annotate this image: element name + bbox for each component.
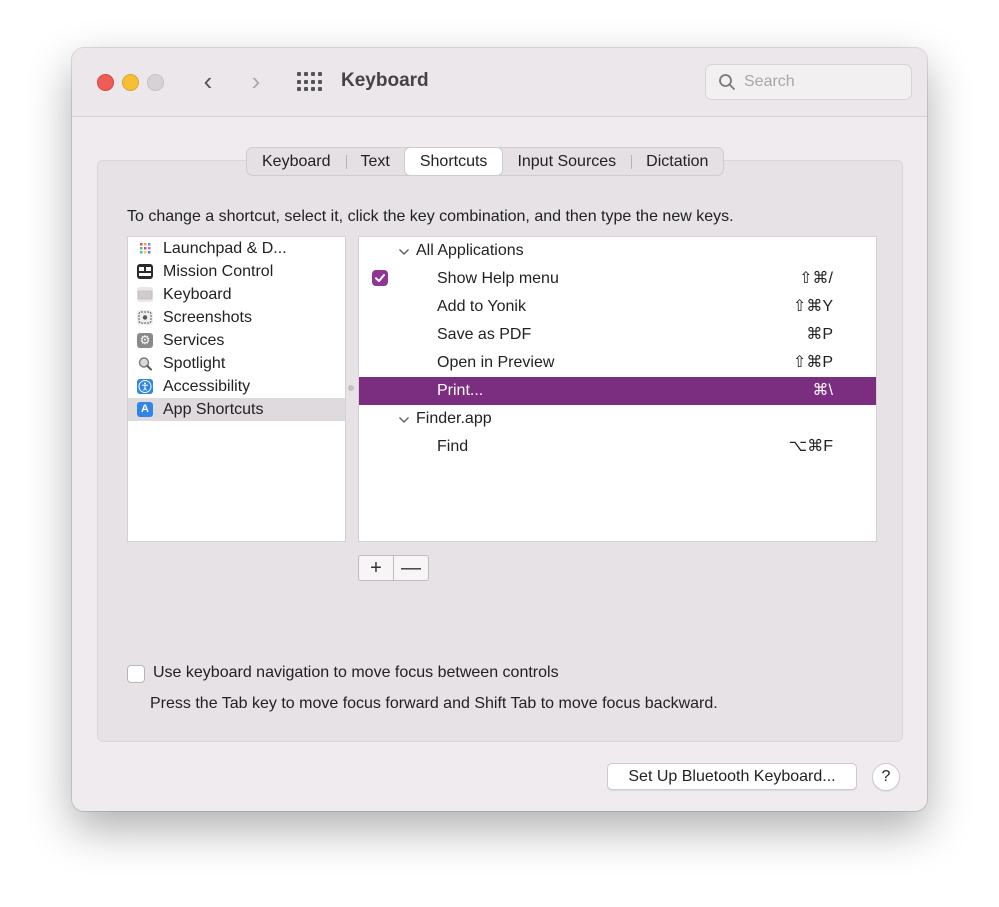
shortcut-row[interactable]: Find ⌥⌘F (359, 433, 876, 461)
shortcut-row[interactable]: Print... ⌘\ (359, 377, 876, 405)
keyboard-navigation-checkbox[interactable] (127, 665, 145, 683)
remove-shortcut-button[interactable]: — (393, 556, 428, 580)
tab-text[interactable]: Text (345, 148, 405, 175)
app-store-icon: A (137, 402, 153, 417)
shortcut-keys[interactable]: ⇧⌘P (793, 349, 833, 377)
shortcut-group-row[interactable]: All Applications (359, 237, 876, 265)
show-all-grid-icon[interactable] (297, 72, 322, 92)
shortcut-group-label: All Applications (416, 242, 524, 259)
shortcut-label: Open in Preview (437, 354, 555, 371)
shortcut-row[interactable]: Open in Preview ⇧⌘P (359, 349, 876, 377)
sidebar-item-mission-control[interactable]: Mission Control (128, 260, 345, 283)
shortcut-keys[interactable]: ⌘\ (813, 377, 833, 405)
forward-chevron-icon[interactable]: › (244, 66, 268, 96)
screenshots-icon (137, 310, 153, 325)
shortcut-row[interactable]: Save as PDF ⌘P (359, 321, 876, 349)
sidebar-item-label: Spotlight (163, 355, 226, 372)
shortcut-category-list[interactable]: Launchpad & D... Mission Control Keyboard S… (127, 236, 346, 542)
window-title: Keyboard (341, 70, 429, 91)
instructions-text: To change a shortcut, select it, click t… (127, 208, 734, 225)
sidebar-item-label: Screenshots (163, 309, 252, 326)
shortcut-label: Show Help menu (437, 270, 559, 287)
preferences-window: ‹ › Keyboard KeyboardTextShortcutsInput … (72, 48, 927, 811)
shortcut-group-row[interactable]: Finder.app (359, 405, 876, 433)
keyboard-navigation-label[interactable]: Use keyboard navigation to move focus be… (153, 664, 559, 682)
shortcut-row[interactable]: Show Help menu ⇧⌘/ (359, 265, 876, 293)
shortcut-keys[interactable]: ⌘P (806, 321, 833, 349)
setup-bluetooth-keyboard-button[interactable]: Set Up Bluetooth Keyboard... (607, 763, 857, 790)
zoom-button[interactable] (147, 74, 164, 91)
tab-bar: Keyboard Text Shortcuts Input Sources Dictat… (246, 147, 725, 176)
add-remove-control: + — (358, 555, 429, 581)
keyboard-navigation-description: Press the Tab key to move focus forward … (150, 695, 718, 712)
shortcut-label: Print... (437, 382, 484, 399)
tab-input-sources[interactable]: Input Sources (502, 148, 631, 175)
tab-keyboard[interactable]: Keyboard (247, 148, 346, 175)
sidebar-item-services[interactable]: ⚙ Services (128, 329, 345, 352)
shortcut-keys[interactable]: ⇧⌘/ (799, 265, 833, 293)
shortcut-row[interactable]: Add to Yonik ⇧⌘Y (359, 293, 876, 321)
shortcut-keys[interactable]: ⇧⌘Y (793, 293, 833, 321)
sidebar-item-accessibility[interactable]: Accessibility (128, 375, 345, 398)
spotlight-magnifier-icon (137, 356, 153, 371)
keyboard-icon (137, 287, 153, 302)
sidebar-item-label: Keyboard (163, 286, 232, 303)
add-shortcut-button[interactable]: + (359, 556, 393, 580)
search-icon (719, 74, 735, 90)
launchpad-icon (137, 241, 153, 256)
sidebar-item-spotlight[interactable]: Spotlight (128, 352, 345, 375)
sidebar-item-launchpad-d[interactable]: Launchpad & D... (128, 237, 345, 260)
search-field[interactable] (705, 64, 912, 100)
minimize-button[interactable] (122, 74, 139, 91)
shortcut-keys[interactable]: ⌥⌘F (789, 433, 833, 461)
tab-shortcuts[interactable]: Shortcuts (404, 148, 503, 175)
help-button[interactable]: ? (872, 763, 900, 791)
sidebar-item-label: Mission Control (163, 263, 274, 280)
accessibility-icon (137, 379, 153, 394)
tab-dictation[interactable]: Dictation (631, 148, 723, 175)
shortcut-label: Add to Yonik (437, 298, 526, 315)
shortcut-enabled-checkbox[interactable] (372, 270, 388, 286)
sidebar-item-label: Accessibility (163, 378, 251, 395)
back-chevron-icon[interactable]: ‹ (196, 66, 220, 96)
sidebar-item-label: Launchpad & D... (163, 240, 287, 257)
sidebar-item-screenshots[interactable]: Screenshots (128, 306, 345, 329)
shortcut-label: Find (437, 438, 469, 455)
sidebar-item-app-shortcuts[interactable]: A App Shortcuts (128, 398, 345, 421)
titlebar: ‹ › Keyboard (72, 48, 927, 117)
sidebar-item-keyboard[interactable]: Keyboard (128, 283, 345, 306)
search-input[interactable] (742, 65, 906, 99)
shortcut-list[interactable]: All Applications Show Help menu ⇧⌘/Add to … (358, 236, 877, 542)
sidebar-item-label: Services (163, 332, 225, 349)
split-view-handle[interactable] (348, 385, 354, 391)
sidebar-item-label: App Shortcuts (163, 401, 264, 418)
close-button[interactable] (97, 74, 114, 91)
shortcut-label: Save as PDF (437, 326, 532, 343)
shortcut-group-label: Finder.app (416, 410, 492, 427)
disclosure-chevron-down-icon[interactable] (398, 405, 412, 433)
services-gear-icon: ⚙ (137, 333, 153, 348)
mission-control-icon (137, 264, 153, 279)
disclosure-chevron-down-icon[interactable] (398, 237, 412, 265)
